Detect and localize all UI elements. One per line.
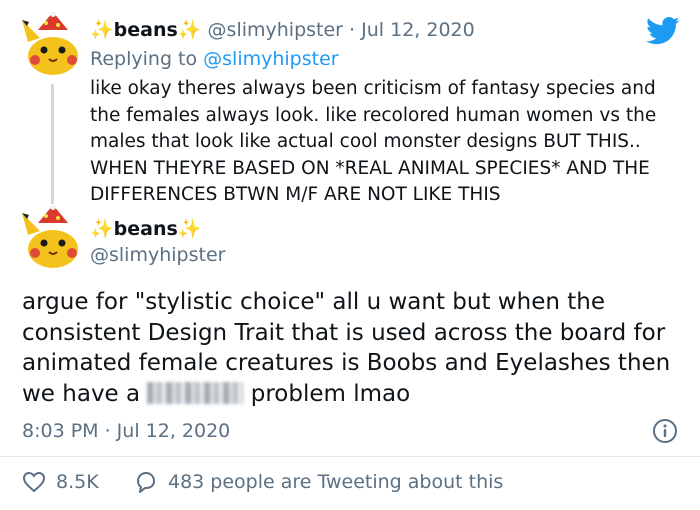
replying-prefix: Replying to: [90, 48, 204, 70]
sparkle-icon: ✨: [90, 19, 114, 41]
tweet-text: argue for "stylistic choice" all u want …: [22, 287, 682, 409]
replying-handle-link[interactable]: @slimyhipster: [203, 48, 338, 70]
handle[interactable]: @slimyhipster: [208, 19, 343, 41]
replying-to: Replying to @slimyhipster: [90, 46, 339, 72]
tweet1-header: ✨beans✨ @slimyhipster · Jul 12, 2020: [90, 16, 475, 44]
tweet-date[interactable]: Jul 12, 2020: [361, 19, 475, 41]
censored-word: [147, 381, 244, 404]
conversation-link[interactable]: 483 people are Tweeting about this: [134, 468, 503, 496]
twitter-bird-icon[interactable]: [646, 16, 680, 46]
tweet2-name[interactable]: ✨beans✨: [90, 215, 202, 243]
sparkle-icon: ✨: [177, 19, 202, 41]
like-button[interactable]: 8.5K: [22, 468, 99, 496]
divider: [0, 456, 700, 457]
tweet-timestamp[interactable]: 8:03 PM · Jul 12, 2020: [22, 418, 230, 444]
display-name[interactable]: beans: [114, 218, 178, 240]
separator: ·: [349, 19, 356, 41]
info-icon[interactable]: [652, 418, 678, 444]
avatar[interactable]: [20, 12, 84, 76]
thread-connector: [51, 84, 54, 204]
sparkle-icon: ✨: [90, 218, 114, 240]
tweet-text-part: problem lmao: [243, 380, 411, 407]
display-name[interactable]: beans: [114, 19, 178, 41]
handle[interactable]: @slimyhipster: [90, 242, 225, 268]
conversation-text: 483 people are Tweeting about this: [168, 471, 504, 493]
reply-bubble-icon: [137, 472, 155, 493]
heart-icon: [22, 471, 46, 493]
like-count: 8.5K: [56, 471, 99, 493]
sparkle-icon: ✨: [177, 218, 202, 240]
tweet-text: like okay theres always been criticism o…: [90, 78, 657, 205]
avatar[interactable]: [20, 205, 84, 269]
